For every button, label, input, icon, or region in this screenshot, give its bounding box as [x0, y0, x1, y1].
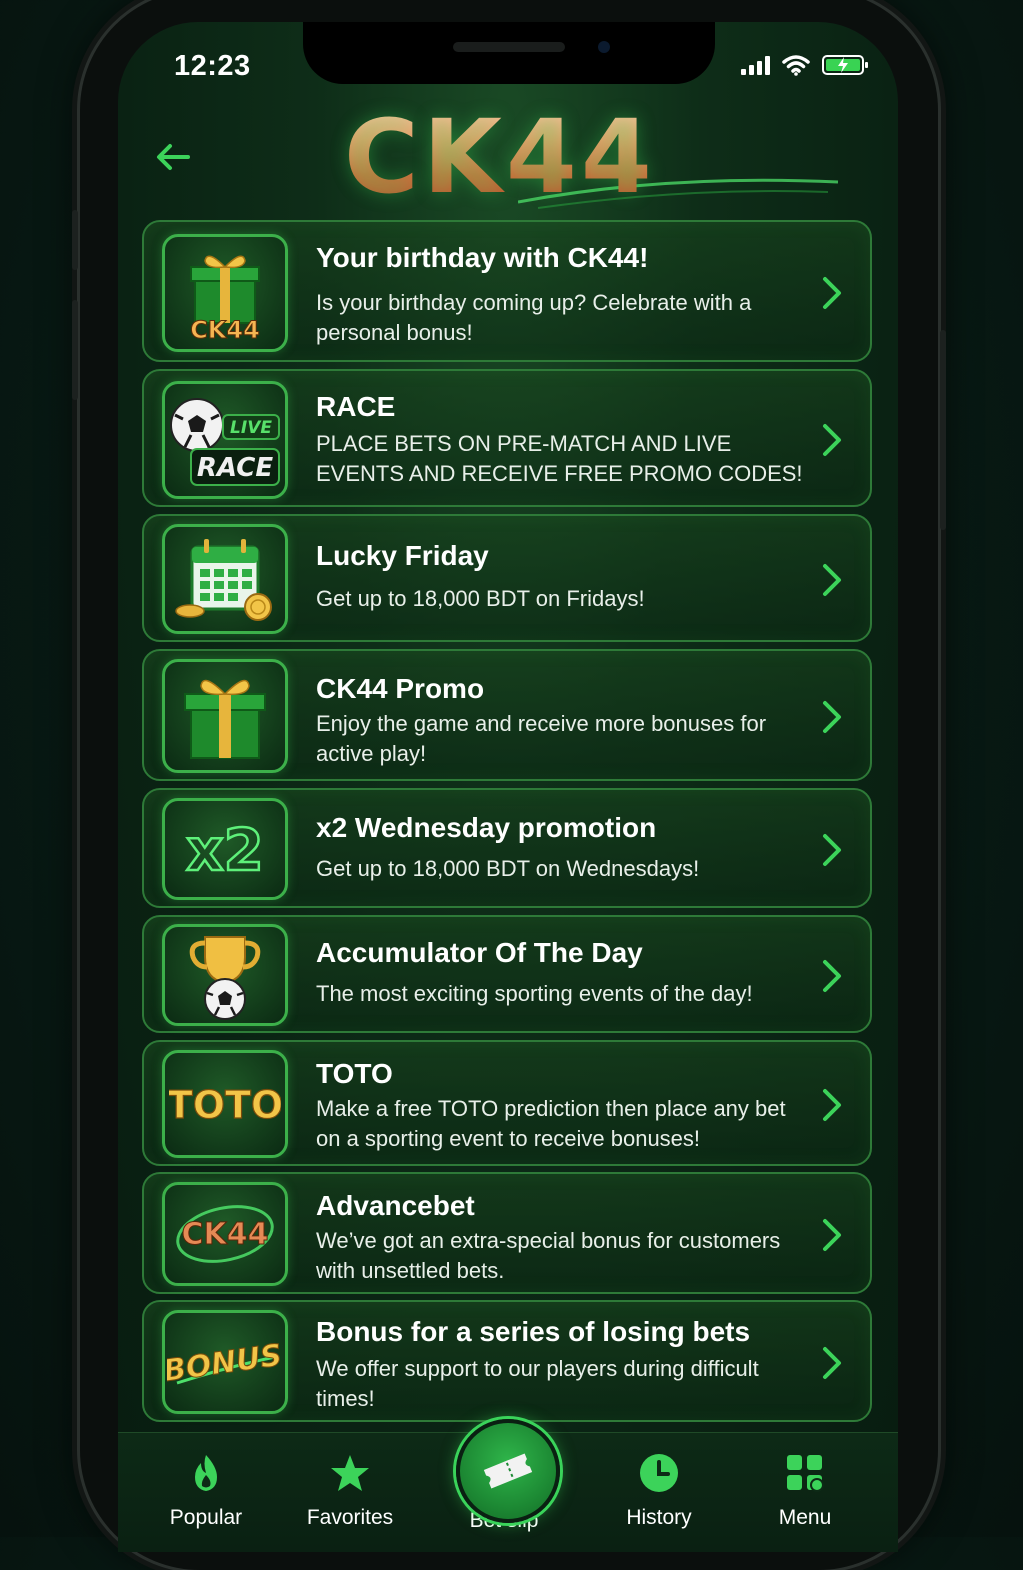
- promo-card-accumulator[interactable]: Accumulator Of The Day The most exciting…: [142, 915, 872, 1033]
- promo-card-ck44-promo[interactable]: CK44 Promo Enjoy the game and receive mo…: [142, 649, 872, 781]
- svg-text:CK44: CK44: [190, 316, 260, 343]
- gift-box-icon: [184, 679, 266, 759]
- promo-description: Get up to 18,000 BDT on Wednesdays!: [316, 856, 700, 881]
- nav-menu[interactable]: Menu: [745, 1453, 865, 1530]
- promo-card-birthday[interactable]: CK44 Your birthday with CK44! Is your bi…: [142, 220, 872, 362]
- promo-title: Your birthday with CK44!: [316, 242, 649, 273]
- promo-title: x2 Wednesday promotion: [316, 812, 657, 843]
- grid-menu-icon: [787, 1455, 824, 1492]
- promo-card-bonus[interactable]: BONUS Bonus for a series of losing bets …: [142, 1300, 872, 1422]
- svg-text:CK44: CK44: [181, 1217, 268, 1252]
- promo-title: TOTO: [316, 1058, 393, 1089]
- promo-thumb: x2: [162, 798, 288, 900]
- promo-description: Enjoy the game and receive more bonuses …: [316, 711, 767, 766]
- promo-thumb: LIVE RACE: [162, 381, 288, 499]
- promo-description: We offer support to our players during d…: [316, 1356, 759, 1411]
- speaker: [453, 42, 565, 52]
- nav-label: History: [626, 1506, 692, 1529]
- phone-side-button: [72, 300, 78, 400]
- toto-icon: TOTO: [169, 1082, 281, 1127]
- promo-description: PLACE BETS ON PRE-MATCH AND LIVE EVENTS …: [316, 431, 803, 486]
- nav-label: Popular: [169, 1506, 243, 1529]
- chevron-right-icon: [823, 834, 841, 866]
- gift-box-icon: CK44: [190, 255, 260, 343]
- ck44-swoosh-icon: CK44: [176, 1205, 274, 1263]
- promo-thumb: BONUS: [162, 1310, 288, 1414]
- soccer-ball-icon: LIVE RACE: [170, 398, 280, 486]
- promo-description: Get up to 18,000 BDT on Fridays!: [316, 586, 645, 611]
- bottom-navigation: Popular Favorites Bet slip: [118, 1419, 898, 1552]
- promo-description: Is your birthday coming up? Celebrate wi…: [316, 290, 752, 345]
- svg-text:BONUS: BONUS: [167, 1338, 283, 1389]
- notch: [303, 22, 715, 84]
- chevron-right-icon: [823, 1089, 841, 1121]
- promo-thumb: [162, 524, 288, 634]
- promo-title: RACE: [316, 391, 396, 422]
- status-icons: [741, 54, 868, 76]
- promo-card-race[interactable]: LIVE RACE RACE PLACE BETS ON PRE-MATCH A…: [142, 369, 872, 507]
- wifi-icon: [782, 55, 810, 76]
- battery-icon: [822, 55, 868, 75]
- promo-card-lucky-friday[interactable]: Lucky Friday Get up to 18,000 BDT on Fri…: [142, 514, 872, 642]
- promo-thumb: CK44: [162, 1182, 288, 1286]
- back-arrow-icon[interactable]: [150, 134, 196, 180]
- svg-text:x2: x2: [186, 816, 264, 884]
- phone-side-button: [72, 210, 78, 270]
- chevron-right-icon: [823, 701, 841, 733]
- promo-description: The most exciting sporting events of the…: [316, 981, 753, 1006]
- svg-text:TOTO: TOTO: [169, 1083, 281, 1127]
- app-screen: 12:23 CK44 CK44 Your birthday with CK44!…: [118, 22, 898, 1552]
- promo-title: Advancebet: [316, 1190, 475, 1221]
- chevron-right-icon: [823, 960, 841, 992]
- promo-card-toto[interactable]: TOTO TOTO Make a free TOTO prediction th…: [142, 1040, 872, 1166]
- promo-title: CK44 Promo: [316, 673, 485, 704]
- phone-side-button: [940, 330, 946, 530]
- flame-icon: [195, 1455, 217, 1491]
- calendar-coins-icon: [175, 539, 272, 621]
- status-time: 12:23: [174, 50, 251, 82]
- bonus-icon: BONUS: [167, 1337, 283, 1389]
- promo-thumb: TOTO: [162, 1050, 288, 1158]
- promo-card-x2-wednesday[interactable]: x2 x2 Wednesday promotion Get up to 18,0…: [142, 788, 872, 908]
- signal-icon: [741, 55, 770, 75]
- svg-text:LIVE: LIVE: [230, 418, 272, 438]
- promo-title: Lucky Friday: [316, 540, 489, 571]
- nav-favorites[interactable]: Favorites: [290, 1453, 410, 1530]
- chevron-right-icon: [823, 1219, 841, 1251]
- nav-history[interactable]: History: [599, 1453, 719, 1530]
- chevron-right-icon: [823, 424, 841, 456]
- promo-description: We’ve got an extra-special bonus for cus…: [316, 1228, 781, 1283]
- promo-thumb: [162, 659, 288, 773]
- promo-thumb: [162, 924, 288, 1026]
- promo-description: Make a free TOTO prediction then place a…: [316, 1096, 786, 1151]
- svg-text:RACE: RACE: [197, 453, 273, 483]
- nav-label: Favorites: [306, 1506, 394, 1529]
- chevron-right-icon: [823, 277, 841, 309]
- nav-popular[interactable]: Popular: [146, 1453, 266, 1530]
- front-camera: [598, 41, 610, 53]
- promo-title: Accumulator Of The Day: [316, 937, 643, 968]
- nav-bet-slip[interactable]: Bet slip: [444, 1419, 564, 1533]
- promo-title: Bonus for a series of losing bets: [316, 1316, 751, 1347]
- chevron-right-icon: [823, 564, 841, 596]
- nav-label: Menu: [778, 1506, 832, 1529]
- promo-card-advancebet[interactable]: CK44 Advancebet We’ve got an extra-speci…: [142, 1172, 872, 1294]
- promo-thumb: CK44: [162, 234, 288, 352]
- x2-icon: x2: [185, 815, 265, 886]
- star-icon: [331, 1455, 369, 1491]
- ticket-icon: [483, 1453, 533, 1489]
- app-logo: CK44: [344, 98, 656, 217]
- chevron-right-icon: [823, 1347, 841, 1379]
- bet-slip-button[interactable]: [456, 1419, 560, 1523]
- clock-icon: [640, 1454, 678, 1492]
- trophy-ball-icon: [189, 936, 261, 1020]
